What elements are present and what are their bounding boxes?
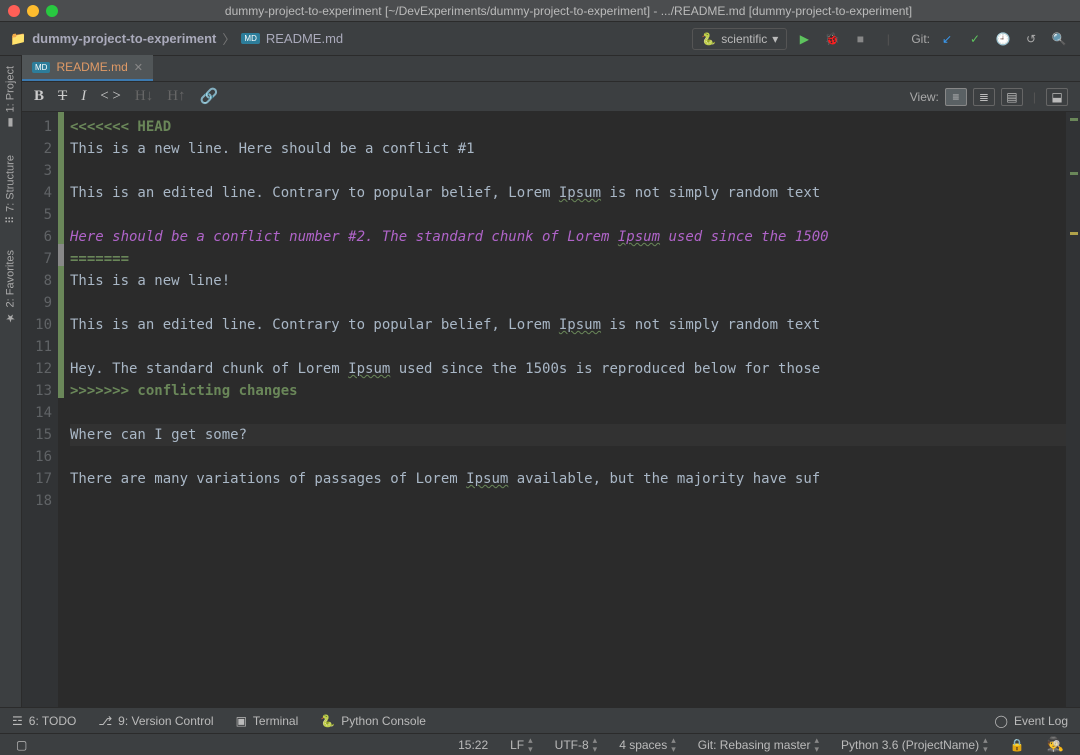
zoom-window-icon[interactable] [46, 5, 58, 17]
chevron-down-icon: ▾ [772, 32, 778, 46]
status-window-icon[interactable]: ▢ [8, 738, 35, 752]
bold-button[interactable]: B [34, 88, 44, 105]
mac-titlebar: dummy-project-to-experiment [~/DevExperi… [0, 0, 1080, 22]
run-config-label: scientific [721, 32, 767, 46]
view-split-button[interactable]: ≣ [973, 88, 995, 106]
code-button[interactable]: < > [100, 88, 121, 105]
stripe-mark[interactable] [1070, 232, 1078, 235]
up-down-icon: ▴▾ [528, 736, 533, 754]
tool-vcs-label: 9: Version Control [118, 714, 213, 728]
tool-terminal-label: Terminal [253, 714, 298, 728]
up-down-icon: ▴▾ [593, 736, 598, 754]
view-label: View: [910, 90, 939, 104]
git-branch-label: Git: Rebasing master [698, 738, 811, 752]
python-interpreter[interactable]: Python 3.6 (ProjectName) ▴▾ [833, 736, 996, 754]
tool-project-label: 1: Project [5, 66, 17, 112]
markdown-toolbar: B T I < > H↓ H↑ 🔗 View: ≡ ≣ ▤ | ⬓ [22, 82, 1080, 112]
italic-button[interactable]: I [81, 88, 86, 105]
close-tab-icon[interactable]: ✕ [134, 61, 143, 74]
breadcrumb[interactable]: 📁 dummy-project-to-experiment 〉 MD READM… [10, 29, 343, 48]
tool-project[interactable]: ▮ 1: Project [4, 66, 17, 129]
stripe-mark[interactable] [1070, 172, 1078, 175]
line-separator-label: LF [510, 738, 524, 752]
encoding-label: UTF-8 [555, 738, 589, 752]
tool-vcs[interactable]: ⎇ 9: Version Control [98, 714, 213, 728]
star-icon: ★ [4, 312, 17, 325]
tool-python-console[interactable]: 🐍 Python Console [320, 714, 426, 728]
tool-structure[interactable]: ⠿ 7: Structure [4, 155, 17, 224]
tool-todo-label: 6: TODO [29, 714, 77, 728]
bottom-toolwindow-bar: ☲ 6: TODO ⎇ 9: Version Control ▣ Termina… [0, 707, 1080, 733]
folder-icon: ▮ [4, 116, 17, 129]
breadcrumb-file: README.md [266, 31, 343, 46]
inspector-icon[interactable]: 🕵️ [1039, 736, 1072, 753]
traffic-lights [8, 5, 58, 17]
status-bar: ▢ 15:22 LF ▴▾ UTF-8 ▴▾ 4 spaces ▴▾ Git: … [0, 733, 1080, 755]
line-separator[interactable]: LF ▴▾ [502, 736, 541, 754]
python-icon: 🐍 [320, 714, 335, 728]
tool-todo[interactable]: ☲ 6: TODO [12, 714, 76, 728]
tool-structure-label: 7: Structure [5, 155, 17, 212]
up-down-icon: ▴▾ [983, 736, 988, 754]
line-number-gutter[interactable]: 123456789101112131415161718 [22, 112, 58, 707]
left-tool-stripe: ▮ 1: Project ⠿ 7: Structure ★ 2: Favorit… [0, 56, 22, 707]
window-title: dummy-project-to-experiment [~/DevExperi… [65, 4, 1072, 18]
up-down-icon: ▴▾ [814, 736, 819, 754]
terminal-icon: ▣ [236, 714, 247, 728]
folder-icon: 📁 [10, 31, 26, 47]
tool-terminal[interactable]: ▣ Terminal [236, 714, 299, 728]
git-branch[interactable]: Git: Rebasing master ▴▾ [690, 736, 827, 754]
stripe-mark[interactable] [1070, 118, 1078, 121]
branch-icon: ⎇ [98, 714, 112, 728]
lock-icon[interactable]: 🔒 [1002, 738, 1033, 752]
list-icon: ☲ [12, 714, 23, 728]
error-stripe[interactable] [1066, 112, 1080, 707]
link-button[interactable]: 🔗 [200, 87, 219, 106]
code-content[interactable]: <<<<<<< HEADThis is a new line. Here sho… [64, 112, 1066, 707]
python-interpreter-label: Python 3.6 (ProjectName) [841, 738, 979, 752]
breadcrumb-sep-icon: 〉 [222, 29, 235, 48]
indent-label: 4 spaces [619, 738, 667, 752]
indent[interactable]: 4 spaces ▴▾ [611, 736, 684, 754]
up-down-icon: ▴▾ [671, 736, 676, 754]
view-preview-button[interactable]: ▤ [1001, 88, 1023, 106]
markdown-file-icon: MD [32, 62, 50, 73]
vcs-commit-button[interactable]: ✓ [964, 28, 986, 50]
breadcrumb-project: dummy-project-to-experiment [32, 31, 216, 46]
close-window-icon[interactable] [8, 5, 20, 17]
strike-button[interactable]: T [58, 88, 67, 105]
tab-label: README.md [56, 60, 127, 74]
view-editor-only-button[interactable]: ≡ [945, 88, 967, 106]
toolbar-sep: | [877, 28, 899, 50]
minimize-window-icon[interactable] [27, 5, 39, 17]
search-button[interactable]: 🔍 [1048, 28, 1070, 50]
caret-position[interactable]: 15:22 [450, 738, 496, 752]
view-layout-button[interactable]: ⬓ [1046, 88, 1068, 106]
header-down-button[interactable]: H↓ [135, 88, 153, 105]
tool-favorites-label: 2: Favorites [5, 250, 17, 307]
vcs-update-button[interactable]: ↙ [936, 28, 958, 50]
debug-button[interactable]: 🐞 [821, 28, 843, 50]
stop-button[interactable]: ■ [849, 28, 871, 50]
header-up-button[interactable]: H↑ [167, 88, 185, 105]
encoding[interactable]: UTF-8 ▴▾ [547, 736, 606, 754]
tool-event-log-label: Event Log [1014, 714, 1068, 728]
editor-tab-readme[interactable]: MD README.md ✕ [22, 55, 153, 81]
tool-python-console-label: Python Console [341, 714, 426, 728]
editor-tab-row: MD README.md ✕ [22, 56, 1080, 82]
tool-event-log[interactable]: ◯ Event Log [995, 714, 1068, 728]
undo-button[interactable]: ↺ [1020, 28, 1042, 50]
main-toolbar: 📁 dummy-project-to-experiment 〉 MD READM… [0, 22, 1080, 56]
markdown-file-icon: MD [241, 33, 259, 44]
python-icon: 🐍 [701, 32, 716, 46]
speech-icon: ◯ [995, 714, 1008, 728]
structure-icon: ⠿ [4, 216, 17, 224]
run-config-selector[interactable]: 🐍 scientific ▾ [692, 28, 787, 50]
toolbar-sep: | [1029, 90, 1040, 104]
tool-favorites[interactable]: ★ 2: Favorites [4, 250, 17, 324]
code-editor[interactable]: 123456789101112131415161718 <<<<<<< HEAD… [22, 112, 1080, 707]
history-button[interactable]: 🕘 [992, 28, 1014, 50]
git-label: Git: [911, 32, 930, 46]
run-button[interactable]: ▶ [793, 28, 815, 50]
